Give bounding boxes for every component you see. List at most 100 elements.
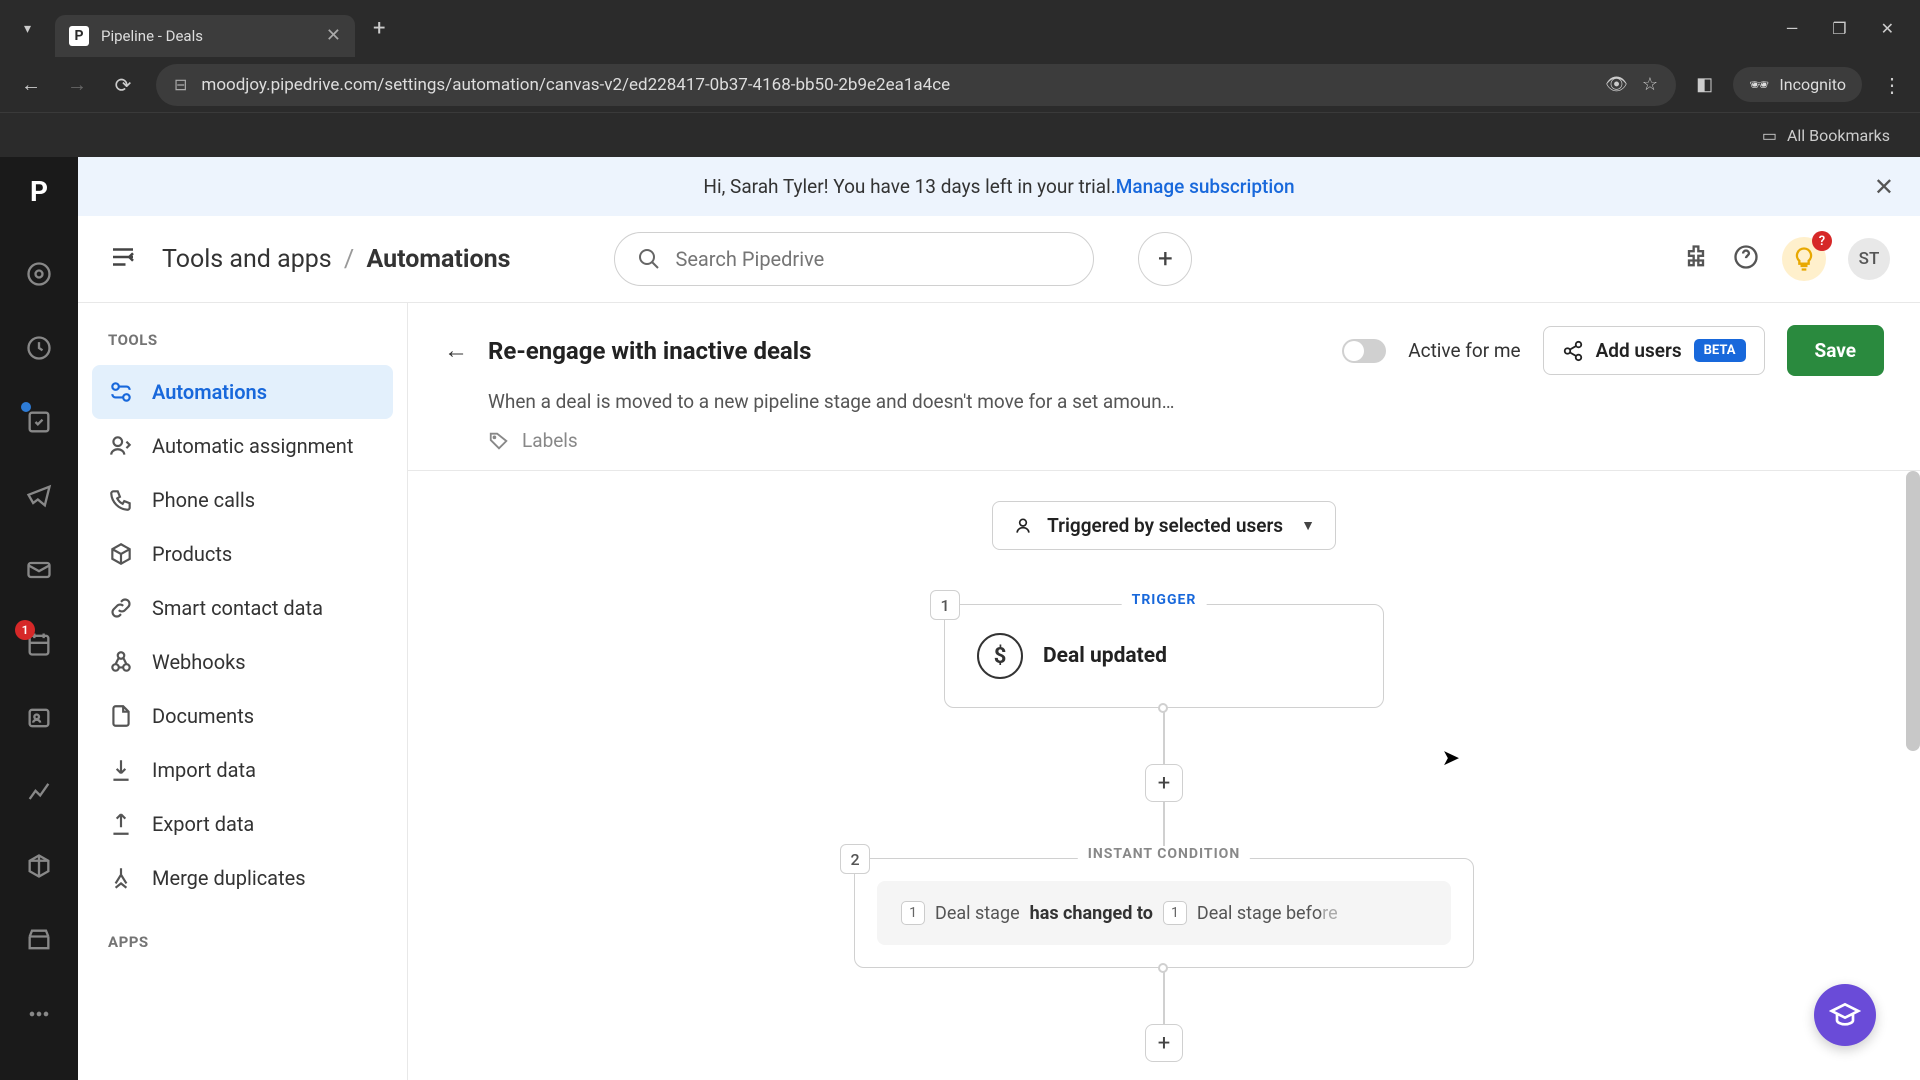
sidebar-section-tools: TOOLS: [108, 331, 377, 349]
search-input[interactable]: [675, 247, 1071, 271]
share-icon: [1562, 340, 1584, 362]
eye-off-icon[interactable]: 👁: [1605, 74, 1628, 95]
add-step-button[interactable]: +: [1145, 764, 1183, 802]
all-bookmarks-button[interactable]: ▭ All Bookmarks: [1762, 126, 1890, 145]
window-controls: — ❐ ✕: [1786, 19, 1920, 38]
help-icon[interactable]: [1732, 243, 1760, 275]
condition-ref-badge: 1: [1163, 901, 1187, 925]
app-logo[interactable]: P: [30, 175, 48, 208]
tag-icon: [488, 430, 510, 452]
banner-close-icon[interactable]: ✕: [1874, 173, 1894, 201]
rail-products-icon[interactable]: [19, 846, 59, 886]
chevron-down-icon: ▼: [1301, 517, 1315, 534]
incognito-label: Incognito: [1779, 75, 1846, 94]
minimize-icon[interactable]: —: [1786, 19, 1799, 38]
sidebar-toggle-icon[interactable]: [108, 242, 138, 276]
manage-subscription-link[interactable]: Manage subscription: [1116, 175, 1295, 198]
quick-add-button[interactable]: +: [1138, 232, 1192, 286]
breadcrumb-root[interactable]: Tools and apps: [162, 245, 332, 274]
sidebar-item-automations[interactable]: Automations: [92, 365, 393, 419]
sidebar-item-merge-duplicates[interactable]: Merge duplicates: [92, 851, 393, 905]
sidebar-item-documents[interactable]: Documents: [92, 689, 393, 743]
scrollbar[interactable]: [1906, 471, 1920, 751]
automation-description[interactable]: When a deal is moved to a new pipeline s…: [488, 390, 1884, 413]
condition-operator: has changed to: [1030, 903, 1153, 924]
new-tab-button[interactable]: +: [373, 16, 385, 41]
sidebar-item-label: Export data: [152, 812, 254, 836]
sidebar-item-export-data[interactable]: Export data: [92, 797, 393, 851]
condition-field: Deal stage: [935, 903, 1020, 924]
sidebar-item-webhooks[interactable]: Webhooks: [92, 635, 393, 689]
phone-icon: [108, 487, 134, 513]
automation-canvas[interactable]: Triggered by selected users ▼ 1 TRIGGER …: [408, 471, 1920, 1080]
trigger-node[interactable]: 1 TRIGGER $ Deal updated: [944, 604, 1384, 708]
trial-banner: Hi, Sarah Tyler! You have 13 days left i…: [78, 157, 1920, 216]
sidebar-item-label: Documents: [152, 704, 254, 728]
add-step-button[interactable]: +: [1145, 1024, 1183, 1062]
triggered-by-dropdown[interactable]: Triggered by selected users ▼: [992, 501, 1336, 550]
url-bar[interactable]: ⊟ moodjoy.pipedrive.com/settings/automat…: [156, 64, 1676, 106]
connector-line: [1163, 708, 1165, 764]
url-text: moodjoy.pipedrive.com/settings/automatio…: [201, 75, 1591, 95]
connector-line: [1163, 968, 1165, 1024]
bookmark-star-icon[interactable]: ☆: [1642, 74, 1658, 95]
browser-tab[interactable]: P Pipeline - Deals ✕: [55, 15, 355, 57]
help-fab-button[interactable]: [1814, 984, 1876, 1046]
nav-back-icon[interactable]: ←: [18, 72, 44, 97]
tips-button[interactable]: ?: [1782, 237, 1826, 281]
sidebar-item-label: Merge duplicates: [152, 866, 306, 890]
close-window-icon[interactable]: ✕: [1881, 19, 1894, 38]
rail-contacts-icon[interactable]: [19, 698, 59, 738]
sidebar-item-label: Products: [152, 542, 232, 566]
rail-marketplace-icon[interactable]: [19, 920, 59, 960]
sidebar-item-products[interactable]: Products: [92, 527, 393, 581]
active-toggle-label: Active for me: [1408, 339, 1520, 362]
webhook-icon: [108, 649, 134, 675]
node-title: Deal updated: [1043, 644, 1167, 668]
sidebar-item-label: Phone calls: [152, 488, 255, 512]
sidebar-item-import-data[interactable]: Import data: [92, 743, 393, 797]
extensions-icon[interactable]: [1682, 243, 1710, 275]
save-button[interactable]: Save: [1787, 325, 1885, 376]
side-panel-icon[interactable]: ◧: [1696, 74, 1713, 95]
sidebar-item-phone-calls[interactable]: Phone calls: [92, 473, 393, 527]
rail-activities-icon[interactable]: 1: [19, 624, 59, 664]
sidebar-item-label: Smart contact data: [152, 596, 323, 620]
link-icon: [108, 595, 134, 621]
merge-icon: [108, 865, 134, 891]
sidebar-item-smart-contact-data[interactable]: Smart contact data: [92, 581, 393, 635]
labels-button[interactable]: Labels: [488, 429, 1884, 452]
rail-deals-icon[interactable]: [19, 328, 59, 368]
nav-forward-icon: →: [64, 72, 90, 97]
nav-reload-icon[interactable]: ⟳: [110, 73, 136, 97]
automation-title[interactable]: Re-engage with inactive deals: [488, 337, 811, 365]
document-icon: [108, 703, 134, 729]
import-icon: [108, 757, 134, 783]
beta-badge: BETA: [1694, 339, 1746, 362]
incognito-indicator[interactable]: 🕶 Incognito: [1733, 67, 1862, 102]
site-settings-icon[interactable]: ⊟: [174, 75, 187, 94]
condition-node[interactable]: 2 INSTANT CONDITION 1 Deal stage has cha…: [854, 858, 1474, 968]
active-toggle[interactable]: [1342, 339, 1386, 363]
tab-favicon: P: [69, 26, 89, 46]
back-arrow-icon[interactable]: ←: [444, 336, 468, 365]
sidebar-item-automatic-assignment[interactable]: Automatic assignment: [92, 419, 393, 473]
maximize-icon[interactable]: ❐: [1832, 19, 1846, 38]
folder-icon: ▭: [1762, 126, 1777, 145]
tab-close-icon[interactable]: ✕: [326, 25, 341, 46]
rail-leads-icon[interactable]: [19, 254, 59, 294]
app-icon-rail: P 1: [0, 157, 78, 1080]
rail-campaigns-icon[interactable]: [19, 476, 59, 516]
breadcrumb: Tools and apps / Automations: [162, 245, 510, 274]
tab-search-dropdown[interactable]: ▾: [0, 9, 55, 49]
add-users-button[interactable]: Add users BETA: [1543, 326, 1765, 375]
rail-insights-icon[interactable]: [19, 772, 59, 812]
global-search[interactable]: [614, 232, 1094, 286]
rail-projects-icon[interactable]: [19, 402, 59, 442]
rail-badge: 1: [15, 620, 35, 640]
user-avatar[interactable]: ST: [1848, 238, 1890, 280]
browser-menu-icon[interactable]: ⋮: [1882, 73, 1902, 97]
sidebar-item-label: Automatic assignment: [152, 434, 353, 458]
rail-more-icon[interactable]: [19, 994, 59, 1034]
rail-mail-icon[interactable]: [19, 550, 59, 590]
